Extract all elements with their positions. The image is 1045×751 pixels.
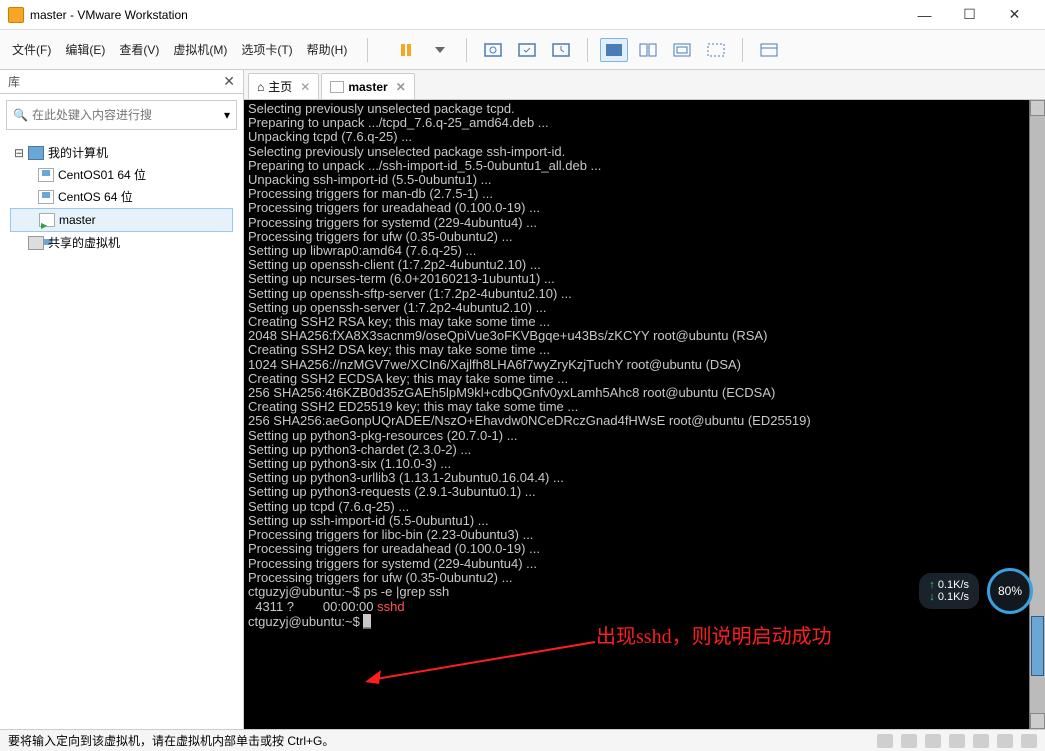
shell-prompt: ctguzyj@ubuntu:~$ (248, 614, 363, 629)
tab-master[interactable]: master ✕ (321, 73, 414, 99)
close-button[interactable]: ✕ (992, 0, 1037, 30)
menu-file[interactable]: 文件(F) (12, 41, 51, 58)
vm-tree: ⊟我的计算机 CentOS01 64 位 CentOS 64 位 master … (0, 136, 243, 260)
tree-vm-master[interactable]: master (10, 208, 233, 232)
menu-tabs[interactable]: 选项卡(T) (241, 41, 292, 58)
power-dropdown[interactable] (426, 38, 454, 62)
pause-button[interactable] (392, 38, 420, 62)
tree-vm-centos[interactable]: CentOS 64 位 (10, 186, 233, 208)
device-icon[interactable] (901, 734, 917, 748)
tree-label: master (59, 209, 96, 231)
tab-close-icon[interactable]: ✕ (396, 80, 406, 94)
window-title: master - VMware Workstation (30, 8, 188, 22)
main-area: ⌂ 主页 ✕ master ✕ Selecting previously unsele… (244, 70, 1045, 729)
app-icon (8, 7, 24, 23)
shell-prompt: ctguzyj@ubuntu:~$ (248, 584, 363, 599)
scroll-track[interactable] (1030, 116, 1045, 713)
tree-shared-vms[interactable]: 共享的虚拟机 (10, 232, 233, 254)
menu-vm[interactable]: 虚拟机(M) (173, 41, 227, 58)
tab-bar: ⌂ 主页 ✕ master ✕ (244, 70, 1045, 100)
shell-output-pid: 4311 ? 00:00:00 (248, 599, 377, 614)
view-unity-button[interactable] (634, 38, 662, 62)
tree-label: 我的计算机 (48, 142, 108, 164)
menu-edit[interactable]: 编辑(E) (65, 41, 105, 58)
snapshot-button[interactable] (479, 38, 507, 62)
minimize-button[interactable]: — (902, 0, 947, 30)
tab-label: master (348, 80, 387, 94)
tree-vm-centos01[interactable]: CentOS01 64 位 (10, 164, 233, 186)
title-bar: master - VMware Workstation — ☐ ✕ (0, 0, 1045, 30)
menu-bar: 文件(F) 编辑(E) 查看(V) 虚拟机(M) 选项卡(T) 帮助(H) (0, 30, 1045, 70)
shell-output-sshd: sshd (377, 599, 404, 614)
device-icon[interactable] (973, 734, 989, 748)
scroll-thumb[interactable] (1031, 616, 1044, 676)
toolbar (392, 38, 783, 62)
tab-home[interactable]: ⌂ 主页 ✕ (248, 73, 319, 99)
tree-label: 共享的虚拟机 (48, 232, 120, 254)
menu-help[interactable]: 帮助(H) (307, 41, 348, 58)
search-dropdown-icon[interactable]: ▾ (224, 108, 230, 122)
library-button[interactable] (755, 38, 783, 62)
search-icon: 🔍 (13, 108, 28, 122)
maximize-button[interactable]: ☐ (947, 0, 992, 30)
fullscreen-button[interactable] (668, 38, 696, 62)
shell-command: ps -e |grep ssh (363, 584, 449, 599)
scroll-down-button[interactable]: ▾ (1030, 713, 1045, 729)
snapshot-revert-button[interactable] (547, 38, 575, 62)
tree-label: CentOS 64 位 (58, 186, 133, 208)
library-sidebar: 库 ✕ 🔍 ▾ ⊟我的计算机 CentOS01 64 位 CentOS 64 位… (0, 70, 244, 729)
status-bar: 要将输入定向到该虚拟机，请在虚拟机内部单击或按 Ctrl+G。 (0, 729, 1045, 751)
status-device-icons (877, 734, 1037, 748)
search-input[interactable] (32, 108, 220, 122)
sidebar-close-icon[interactable]: ✕ (223, 73, 235, 90)
tab-label: 主页 (268, 78, 292, 95)
vm-icon (330, 81, 344, 93)
device-icon[interactable] (925, 734, 941, 748)
menu-view[interactable]: 查看(V) (119, 41, 159, 58)
status-text: 要将输入定向到该虚拟机，请在虚拟机内部单击或按 Ctrl+G。 (8, 732, 334, 749)
device-icon[interactable] (877, 734, 893, 748)
search-box[interactable]: 🔍 ▾ (6, 100, 237, 130)
snapshot-manage-button[interactable] (513, 38, 541, 62)
sidebar-title: 库 (8, 73, 20, 90)
home-icon: ⌂ (257, 80, 264, 94)
device-icon[interactable] (997, 734, 1013, 748)
scroll-up-button[interactable]: ▴ (1030, 100, 1045, 116)
tab-close-icon[interactable]: ✕ (300, 80, 310, 94)
tree-my-computer[interactable]: ⊟我的计算机 (10, 142, 233, 164)
device-icon[interactable] (949, 734, 965, 748)
stretched-button[interactable] (702, 38, 730, 62)
view-console-button[interactable] (600, 38, 628, 62)
device-icon[interactable] (1021, 734, 1037, 748)
cursor: _ (363, 614, 370, 629)
vm-console[interactable]: Selecting previously unselected package … (244, 100, 1045, 729)
tree-label: CentOS01 64 位 (58, 164, 146, 186)
terminal-scrollbar[interactable]: ▴ ▾ (1029, 100, 1045, 729)
